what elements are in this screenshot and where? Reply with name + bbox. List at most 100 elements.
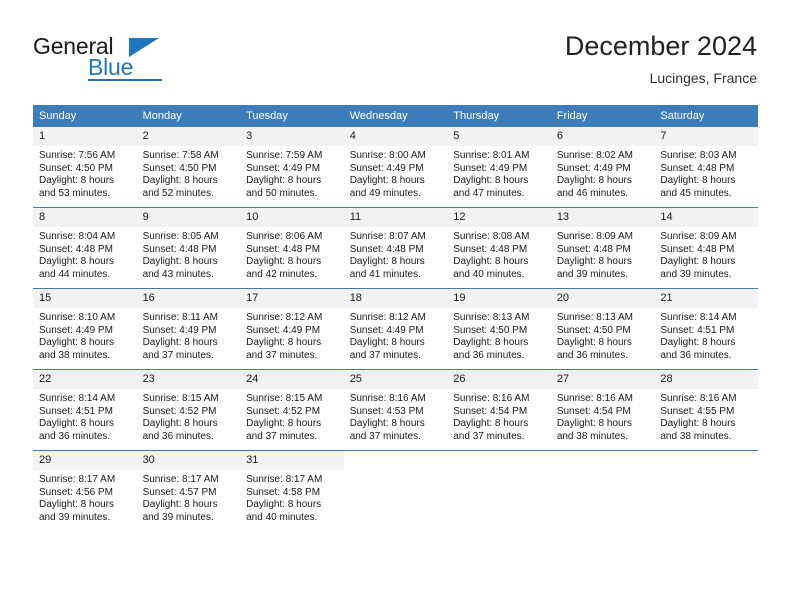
calendar-day-cell[interactable]: 16 Sunrise: 8:11 AM Sunset: 4:49 PM Dayli…	[136, 288, 241, 370]
day-number: 22	[33, 370, 137, 389]
day-sun-info: Sunrise: 8:04 AM Sunset: 4:48 PM Dayligh…	[39, 231, 116, 280]
day-number: 15	[33, 289, 137, 308]
calendar-day-cell[interactable]: 22 Sunrise: 8:14 AM Sunset: 4:51 PM Dayli…	[33, 369, 137, 451]
day-number: 10	[240, 208, 344, 227]
day-sun-info: Sunrise: 8:09 AM Sunset: 4:48 PM Dayligh…	[556, 231, 633, 280]
day-sun-info: Sunrise: 8:12 AM Sunset: 4:49 PM Dayligh…	[349, 312, 426, 361]
calendar-day-cell[interactable]: 12 Sunrise: 8:08 AM Sunset: 4:48 PM Dayli…	[447, 207, 551, 289]
day-sun-info: Sunrise: 7:56 AM Sunset: 4:50 PM Dayligh…	[39, 150, 116, 199]
day-sun-info: Sunrise: 8:12 AM Sunset: 4:49 PM Dayligh…	[246, 312, 323, 361]
calendar-day-cell[interactable]: 7 Sunrise: 8:03 AM Sunset: 4:48 PM Daylig…	[654, 127, 758, 208]
calendar-day-cell[interactable]: 21 Sunrise: 8:14 AM Sunset: 4:51 PM Dayli…	[654, 288, 758, 370]
day-number: 5	[447, 127, 551, 146]
page-title: December 2024	[564, 31, 757, 61]
calendar-day-cell[interactable]: 29 Sunrise: 8:17 AM Sunset: 4:56 PM Dayli…	[33, 450, 137, 531]
day-number: 23	[136, 370, 241, 389]
day-sun-info: Sunrise: 8:08 AM Sunset: 4:48 PM Dayligh…	[453, 231, 530, 280]
day-sun-info: Sunrise: 8:09 AM Sunset: 4:48 PM Dayligh…	[660, 231, 737, 280]
calendar-day-cell[interactable]: 4 Sunrise: 8:00 AM Sunset: 4:49 PM Daylig…	[343, 127, 448, 208]
day-sun-info: Sunrise: 8:13 AM Sunset: 4:50 PM Dayligh…	[453, 312, 530, 361]
day-number: 27	[550, 370, 655, 389]
day-number: 11	[343, 208, 448, 227]
calendar-day-cell[interactable]: 31 Sunrise: 8:17 AM Sunset: 4:58 PM Dayli…	[240, 450, 344, 531]
calendar-day-cell[interactable]: 18 Sunrise: 8:12 AM Sunset: 4:49 PM Dayli…	[343, 288, 448, 370]
weekday-header-monday: Monday	[136, 105, 241, 127]
day-sun-info: Sunrise: 7:59 AM Sunset: 4:49 PM Dayligh…	[246, 150, 323, 199]
calendar-day-cell[interactable]: 8 Sunrise: 8:04 AM Sunset: 4:48 PM Daylig…	[33, 207, 137, 289]
day-number: 29	[33, 451, 137, 470]
calendar-day-cell[interactable]: 14 Sunrise: 8:09 AM Sunset: 4:48 PM Dayli…	[654, 207, 758, 289]
day-number: 3	[240, 127, 344, 146]
calendar-day-cell[interactable]: 25 Sunrise: 8:16 AM Sunset: 4:53 PM Dayli…	[343, 369, 448, 451]
day-sun-info: Sunrise: 8:05 AM Sunset: 4:48 PM Dayligh…	[142, 231, 219, 280]
day-number: 28	[654, 370, 758, 389]
weekday-header-saturday: Saturday	[654, 105, 758, 127]
calendar-day-cell[interactable]: 15 Sunrise: 8:10 AM Sunset: 4:49 PM Dayli…	[33, 288, 137, 370]
day-number: 13	[550, 208, 655, 227]
calendar-day-cell[interactable]: 24 Sunrise: 8:15 AM Sunset: 4:52 PM Dayli…	[240, 369, 344, 451]
day-number: 8	[33, 208, 137, 227]
calendar-day-cell[interactable]: 20 Sunrise: 8:13 AM Sunset: 4:50 PM Dayli…	[550, 288, 655, 370]
calendar-day-cell[interactable]: 23 Sunrise: 8:15 AM Sunset: 4:52 PM Dayli…	[136, 369, 241, 451]
day-number	[654, 451, 758, 470]
logo-text-blue: Blue	[88, 54, 134, 80]
calendar-day-cell[interactable]: 1 Sunrise: 7:56 AM Sunset: 4:50 PM Daylig…	[33, 127, 137, 208]
day-number: 26	[447, 370, 551, 389]
calendar-day-cell[interactable]: 3 Sunrise: 7:59 AM Sunset: 4:49 PM Daylig…	[240, 127, 344, 208]
calendar-day-cell-empty	[343, 450, 448, 531]
day-number: 17	[240, 289, 344, 308]
day-sun-info	[654, 470, 758, 474]
weekday-header-friday: Friday	[550, 105, 655, 127]
location-subtitle: Lucinges, France	[649, 70, 757, 86]
day-number: 25	[343, 370, 448, 389]
title-block: December 2024 Lucinges, France	[565, 30, 757, 88]
day-sun-info: Sunrise: 8:16 AM Sunset: 4:53 PM Dayligh…	[349, 393, 426, 442]
calendar-day-cell[interactable]: 10 Sunrise: 8:06 AM Sunset: 4:48 PM Dayli…	[240, 207, 344, 289]
calendar-day-cell[interactable]: 28 Sunrise: 8:16 AM Sunset: 4:55 PM Dayli…	[654, 369, 758, 451]
calendar-week-row: 29 Sunrise: 8:17 AM Sunset: 4:56 PM Dayli…	[33, 450, 758, 531]
calendar-body: 1 Sunrise: 7:56 AM Sunset: 4:50 PM Daylig…	[33, 127, 758, 531]
day-sun-info: Sunrise: 8:17 AM Sunset: 4:58 PM Dayligh…	[246, 474, 323, 523]
day-sun-info	[551, 470, 655, 474]
calendar-header-row: Sunday Monday Tuesday Wednesday Thursday…	[33, 105, 758, 127]
day-sun-info: Sunrise: 8:07 AM Sunset: 4:48 PM Dayligh…	[349, 231, 426, 280]
calendar-day-cell[interactable]: 27 Sunrise: 8:16 AM Sunset: 4:54 PM Dayli…	[550, 369, 655, 451]
calendar-day-cell[interactable]: 30 Sunrise: 8:17 AM Sunset: 4:57 PM Dayli…	[136, 450, 241, 531]
day-sun-info: Sunrise: 8:15 AM Sunset: 4:52 PM Dayligh…	[142, 393, 219, 442]
calendar-day-cell[interactable]: 9 Sunrise: 8:05 AM Sunset: 4:48 PM Daylig…	[136, 207, 241, 289]
day-number: 31	[240, 451, 344, 470]
day-number: 12	[447, 208, 551, 227]
calendar-week-row: 1 Sunrise: 7:56 AM Sunset: 4:50 PM Daylig…	[33, 127, 758, 208]
day-sun-info	[344, 470, 448, 474]
day-sun-info: Sunrise: 8:14 AM Sunset: 4:51 PM Dayligh…	[39, 393, 116, 442]
calendar-day-cell[interactable]: 26 Sunrise: 8:16 AM Sunset: 4:54 PM Dayli…	[447, 369, 551, 451]
day-sun-info: Sunrise: 8:17 AM Sunset: 4:57 PM Dayligh…	[142, 474, 219, 523]
calendar-grid: Sunday Monday Tuesday Wednesday Thursday…	[33, 105, 758, 531]
day-sun-info: Sunrise: 8:16 AM Sunset: 4:54 PM Dayligh…	[453, 393, 530, 442]
day-number: 6	[550, 127, 655, 146]
calendar-day-cell[interactable]: 6 Sunrise: 8:02 AM Sunset: 4:49 PM Daylig…	[550, 127, 655, 208]
day-number: 19	[447, 289, 551, 308]
day-sun-info: Sunrise: 8:06 AM Sunset: 4:48 PM Dayligh…	[246, 231, 323, 280]
day-sun-info: Sunrise: 8:03 AM Sunset: 4:48 PM Dayligh…	[660, 150, 737, 199]
logo-flag-icon	[129, 38, 159, 57]
calendar-day-cell[interactable]: 5 Sunrise: 8:01 AM Sunset: 4:49 PM Daylig…	[447, 127, 551, 208]
day-sun-info: Sunrise: 8:17 AM Sunset: 4:56 PM Dayligh…	[39, 474, 116, 523]
logo-underline	[88, 79, 162, 81]
day-sun-info	[447, 470, 551, 474]
calendar-day-cell[interactable]: 17 Sunrise: 8:12 AM Sunset: 4:49 PM Dayli…	[240, 288, 344, 370]
calendar-day-cell[interactable]: 19 Sunrise: 8:13 AM Sunset: 4:50 PM Dayli…	[447, 288, 551, 370]
calendar-week-row: 8 Sunrise: 8:04 AM Sunset: 4:48 PM Daylig…	[33, 207, 758, 289]
calendar-week-row: 15 Sunrise: 8:10 AM Sunset: 4:49 PM Dayli…	[33, 288, 758, 370]
day-sun-info: Sunrise: 8:16 AM Sunset: 4:55 PM Dayligh…	[660, 393, 737, 442]
calendar-table: Sunday Monday Tuesday Wednesday Thursday…	[33, 105, 758, 531]
calendar-day-cell[interactable]: 2 Sunrise: 7:58 AM Sunset: 4:50 PM Daylig…	[136, 127, 241, 208]
day-number	[447, 451, 551, 470]
day-number: 18	[343, 289, 448, 308]
calendar-week-row: 22 Sunrise: 8:14 AM Sunset: 4:51 PM Dayli…	[33, 369, 758, 451]
calendar-day-cell[interactable]: 11 Sunrise: 8:07 AM Sunset: 4:48 PM Dayli…	[343, 207, 448, 289]
calendar-day-cell[interactable]: 13 Sunrise: 8:09 AM Sunset: 4:48 PM Dayli…	[550, 207, 655, 289]
day-sun-info: Sunrise: 8:01 AM Sunset: 4:49 PM Dayligh…	[453, 150, 530, 199]
weekday-header-tuesday: Tuesday	[240, 105, 344, 127]
day-sun-info: Sunrise: 8:02 AM Sunset: 4:49 PM Dayligh…	[556, 150, 633, 199]
